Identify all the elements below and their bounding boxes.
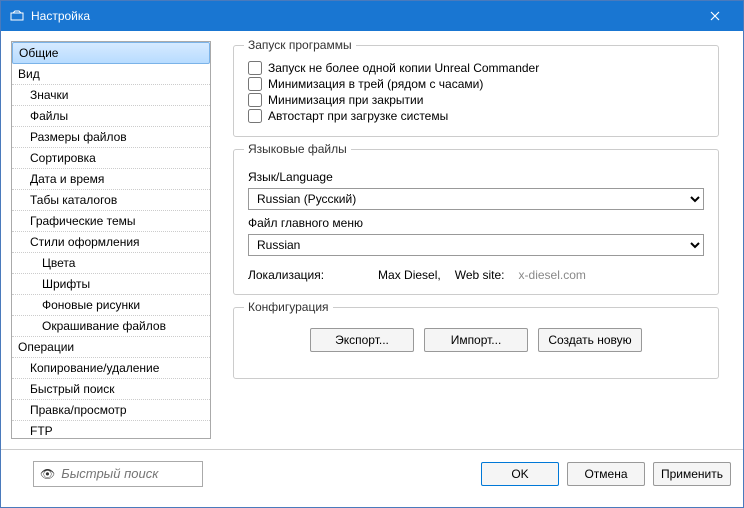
sidebar-item[interactable]: Файлы xyxy=(12,106,210,127)
window-title: Настройка xyxy=(31,9,695,23)
language-select[interactable]: Russian (Русский) xyxy=(248,188,704,210)
settings-panel: Запуск программы Запуск не более одной к… xyxy=(215,41,733,439)
footer: 👁 OK Отмена Применить xyxy=(1,449,743,497)
checkbox-label: Минимизация при закрытии xyxy=(268,93,423,107)
language-label: Язык/Language xyxy=(248,170,704,184)
import-button[interactable]: Импорт... xyxy=(424,328,528,352)
sidebar-item[interactable]: Стили оформления xyxy=(12,232,210,253)
close-button[interactable] xyxy=(695,1,735,31)
checkbox[interactable] xyxy=(248,109,262,123)
group-startup-title: Запуск программы xyxy=(244,38,356,52)
create-new-button[interactable]: Создать новую xyxy=(538,328,642,352)
sidebar-item[interactable]: Фоновые рисунки xyxy=(12,295,210,316)
group-language-title: Языковые файлы xyxy=(244,142,351,156)
menu-file-label: Файл главного меню xyxy=(248,216,704,230)
export-button[interactable]: Экспорт... xyxy=(310,328,414,352)
startup-option[interactable]: Автостарт при загрузке системы xyxy=(248,108,704,124)
checkbox-label: Запуск не более одной копии Unreal Comma… xyxy=(268,61,539,75)
sidebar-item[interactable]: Цвета xyxy=(12,253,210,274)
ok-button[interactable]: OK xyxy=(481,462,559,486)
sidebar-item[interactable]: Окрашивание файлов xyxy=(12,316,210,337)
sidebar-item[interactable]: Шрифты xyxy=(12,274,210,295)
sidebar-item[interactable]: Размеры файлов xyxy=(12,127,210,148)
localization-site[interactable]: x-diesel.com xyxy=(519,268,586,282)
checkbox[interactable] xyxy=(248,77,262,91)
cancel-button[interactable]: Отмена xyxy=(567,462,645,486)
sidebar-item[interactable]: Дата и время xyxy=(12,169,210,190)
localization-site-label: Web site: xyxy=(455,268,505,282)
eye-icon: 👁 xyxy=(40,467,55,481)
app-icon xyxy=(9,8,25,24)
group-language: Языковые файлы Язык/Language Russian (Ру… xyxy=(233,149,719,295)
quick-search-wrap[interactable]: 👁 xyxy=(33,461,203,487)
group-config: Конфигурация Экспорт... Импорт... Создат… xyxy=(233,307,719,379)
checkbox[interactable] xyxy=(248,93,262,107)
checkbox[interactable] xyxy=(248,61,262,75)
sidebar-item[interactable]: Копирование/удаление xyxy=(12,358,210,379)
titlebar: Настройка xyxy=(1,1,743,31)
sidebar-item[interactable]: Операции xyxy=(12,337,210,358)
sidebar-item[interactable]: Правка/просмотр xyxy=(12,400,210,421)
group-config-title: Конфигурация xyxy=(244,300,333,314)
menu-file-select[interactable]: Russian xyxy=(248,234,704,256)
localization-author: Max Diesel, xyxy=(378,268,441,282)
sidebar-item[interactable]: Табы каталогов xyxy=(12,190,210,211)
quick-search-input[interactable] xyxy=(61,466,196,481)
sidebar-item[interactable]: Сортировка xyxy=(12,148,210,169)
localization-label: Локализация: xyxy=(248,268,324,282)
sidebar-item[interactable]: Графические темы xyxy=(12,211,210,232)
group-startup: Запуск программы Запуск не более одной к… xyxy=(233,45,719,137)
startup-option[interactable]: Минимизация в трей (рядом с часами) xyxy=(248,76,704,92)
startup-option[interactable]: Запуск не более одной копии Unreal Comma… xyxy=(248,60,704,76)
sidebar-item[interactable]: Быстрый поиск xyxy=(12,379,210,400)
sidebar-item[interactable]: Значки xyxy=(12,85,210,106)
checkbox-label: Минимизация в трей (рядом с часами) xyxy=(268,77,483,91)
sidebar-item[interactable]: Вид xyxy=(12,64,210,85)
sidebar-item[interactable]: FTP xyxy=(12,421,210,439)
checkbox-label: Автостарт при загрузке системы xyxy=(268,109,448,123)
sidebar-item[interactable]: Общие xyxy=(12,42,210,64)
apply-button[interactable]: Применить xyxy=(653,462,731,486)
settings-tree[interactable]: ОбщиеВидЗначкиФайлыРазмеры файловСортиро… xyxy=(11,41,211,439)
startup-option[interactable]: Минимизация при закрытии xyxy=(248,92,704,108)
